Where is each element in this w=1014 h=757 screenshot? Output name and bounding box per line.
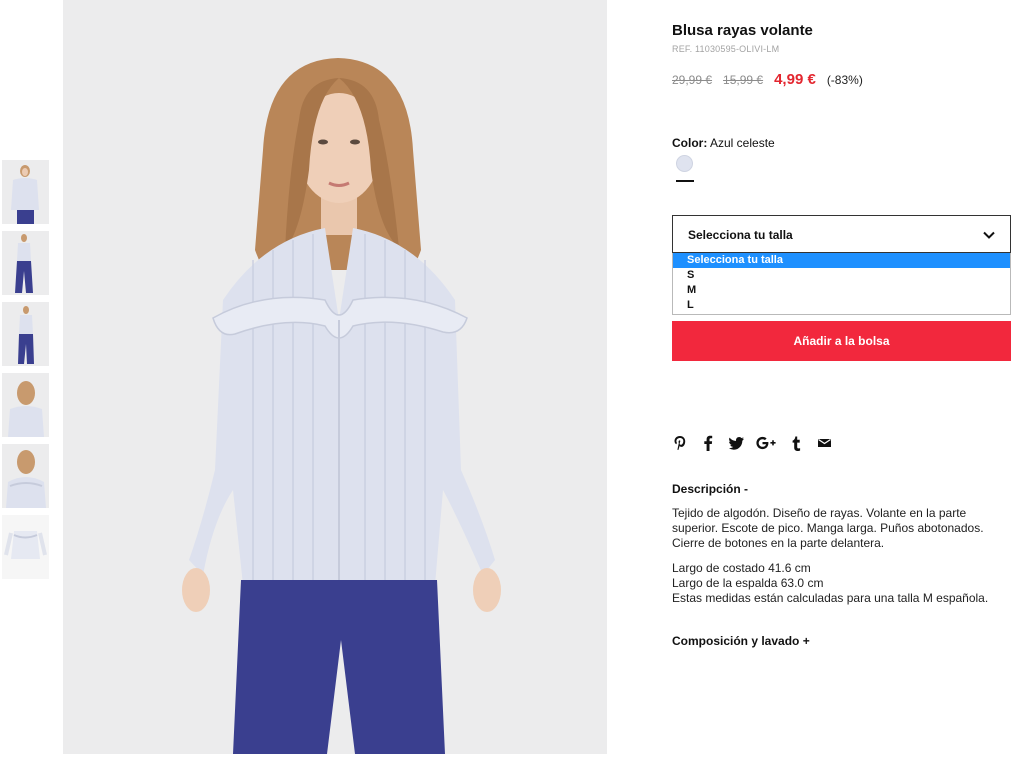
thumbnail-5[interactable] (2, 444, 49, 508)
size-option-placeholder[interactable]: Selecciona tu talla (673, 253, 1010, 268)
color-label: Color: (672, 136, 708, 150)
price-row: 29,99 € 15,99 € 4,99 € (-83%) (672, 71, 863, 88)
google-plus-icon[interactable] (756, 435, 776, 451)
color-label-row: Color: Azul celeste (672, 136, 775, 150)
size-option-l[interactable]: L (673, 298, 1010, 313)
selected-swatch-indicator (676, 180, 694, 182)
size-option-s[interactable]: S (673, 268, 1010, 283)
description-text: Tejido de algodón. Diseño de rayas. Vola… (672, 506, 984, 550)
discount-badge: (-83%) (826, 73, 863, 87)
email-icon[interactable] (816, 435, 832, 451)
thumbnail-strip (2, 160, 49, 586)
size-select[interactable]: Selecciona tu talla (672, 215, 1011, 253)
current-price: 4,99 € (774, 71, 816, 88)
chevron-down-icon (983, 231, 995, 239)
size-dropdown-list: Selecciona tu talla S M L (672, 253, 1011, 315)
thumbnail-2[interactable] (2, 231, 49, 295)
thumbnail-1[interactable] (2, 160, 49, 224)
product-reference: REF. 11030595-OLIVI-LM (672, 44, 780, 54)
color-value: Azul celeste (710, 136, 775, 150)
product-title: Blusa rayas volante (672, 22, 813, 39)
measure-back-length: Largo de la espalda 63.0 cm (672, 576, 824, 590)
composition-toggle[interactable]: Composición y lavado + (672, 634, 810, 648)
description-toggle[interactable]: Descripción - (672, 482, 748, 496)
original-price: 29,99 € (672, 73, 713, 87)
pinterest-icon[interactable] (672, 435, 688, 451)
measure-side-length: Largo de costado 41.6 cm (672, 561, 811, 575)
description-body: Tejido de algodón. Diseño de rayas. Vola… (672, 506, 1012, 606)
thumbnail-4[interactable] (2, 373, 49, 437)
previous-price: 15,99 € (723, 73, 764, 87)
color-swatch-azul-celeste[interactable] (676, 155, 693, 172)
twitter-icon[interactable] (728, 435, 744, 451)
measure-note: Estas medidas están calculadas para una … (672, 591, 989, 605)
facebook-icon[interactable] (700, 435, 716, 451)
thumbnail-3[interactable] (2, 302, 49, 366)
add-to-bag-button[interactable]: Añadir a la bolsa (672, 321, 1011, 361)
size-option-m[interactable]: M (673, 283, 1010, 298)
tumblr-icon[interactable] (788, 435, 804, 451)
share-icons (672, 435, 844, 451)
model-photo (63, 0, 607, 754)
thumbnail-6[interactable] (2, 515, 49, 579)
size-select-value: Selecciona tu talla (688, 228, 793, 242)
main-product-image[interactable] (63, 0, 607, 754)
